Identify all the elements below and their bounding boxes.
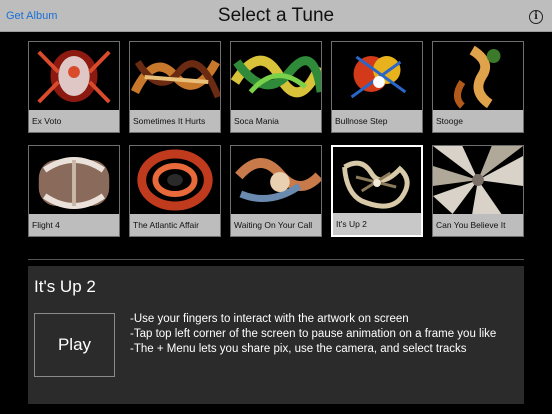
- play-button[interactable]: Play: [34, 313, 115, 377]
- tune-artwork: [29, 42, 119, 110]
- tune-tile[interactable]: The Atlantic Affair: [129, 145, 221, 237]
- tune-detail-panel: It's Up 2 Play -Use your fingers to inte…: [28, 266, 524, 404]
- tune-label: The Atlantic Affair: [130, 214, 220, 236]
- tune-artwork: [332, 42, 422, 110]
- tune-label: Bullnose Step: [332, 110, 422, 132]
- tune-tile[interactable]: Soca Mania: [230, 41, 322, 133]
- tune-label: Waiting On Your Call: [231, 214, 321, 236]
- tune-tile[interactable]: Ex Voto: [28, 41, 120, 133]
- page-title: Select a Tune: [217, 5, 335, 26]
- instructions: -Use your fingers to interact with the a…: [130, 312, 496, 357]
- divider: [28, 259, 524, 260]
- tune-artwork: [130, 42, 220, 110]
- tune-tile[interactable]: Flight 4: [28, 145, 120, 237]
- tune-artwork: [433, 146, 523, 214]
- tune-artwork: [231, 146, 321, 214]
- tune-artwork: [433, 42, 523, 110]
- tune-tile[interactable]: It's Up 2: [331, 145, 423, 237]
- instruction-line: -The + Menu lets you share pix, use the …: [130, 343, 467, 355]
- selected-tune-title: It's Up 2: [34, 277, 96, 296]
- instruction-line: -Use your fingers to interact with the a…: [130, 313, 409, 325]
- tune-tile[interactable]: Sometimes It Hurts: [129, 41, 221, 133]
- tune-label: Flight 4: [29, 214, 119, 236]
- top-bar: Get Album Select a Tune i: [0, 0, 552, 32]
- tune-label: Soca Mania: [231, 110, 321, 132]
- tune-artwork: [29, 146, 119, 214]
- tune-tile[interactable]: Can You Believe It: [432, 145, 524, 237]
- tune-tile[interactable]: Waiting On Your Call: [230, 145, 322, 237]
- tune-label: Ex Voto: [29, 110, 119, 132]
- tune-artwork: [231, 42, 321, 110]
- tune-label: Can You Believe It: [433, 214, 523, 236]
- instruction-line: -Tap top left corner of the screen to pa…: [130, 328, 497, 340]
- tune-artwork: [333, 147, 421, 215]
- tune-tile[interactable]: Stooge: [432, 41, 524, 133]
- tune-tile[interactable]: Bullnose Step: [331, 41, 423, 133]
- tune-label: Sometimes It Hurts: [130, 110, 220, 132]
- tune-label: It's Up 2: [333, 213, 421, 235]
- tune-artwork: [130, 146, 220, 214]
- info-icon[interactable]: i: [529, 10, 543, 24]
- tune-label: Stooge: [433, 110, 523, 132]
